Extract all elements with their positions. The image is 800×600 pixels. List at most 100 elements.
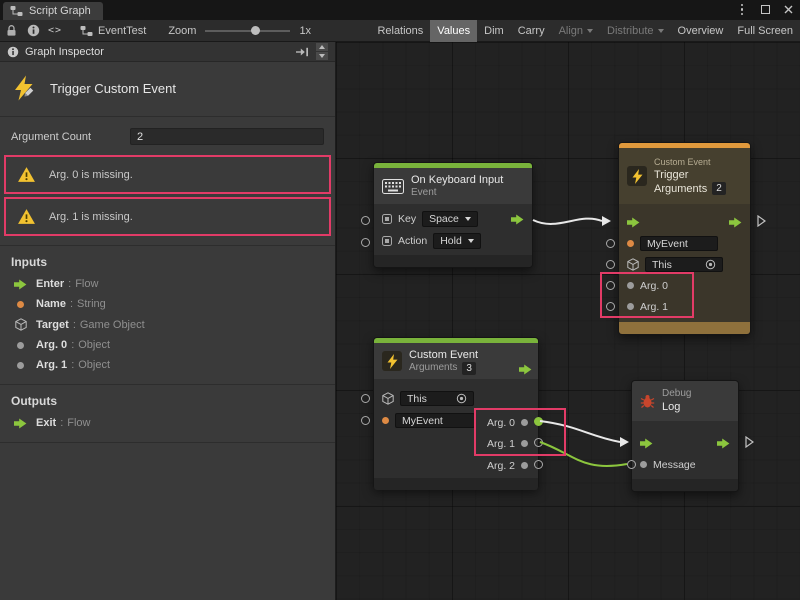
keyboard-icon — [382, 179, 404, 194]
action-dropdown[interactable]: Hold — [433, 233, 481, 249]
key-value-port[interactable] — [361, 216, 370, 225]
arg1-label: Arg. 1 — [487, 438, 515, 450]
arg1-row: Arg. 1 — [619, 296, 750, 317]
flow-input-port[interactable] — [640, 438, 653, 449]
string-dot-icon — [382, 417, 389, 424]
target-field[interactable]: This — [400, 391, 474, 406]
cube-icon — [15, 318, 27, 331]
unit-title: Trigger Custom Event — [50, 81, 176, 96]
target-port[interactable] — [361, 394, 370, 403]
target-port[interactable] — [606, 260, 615, 269]
lock-icon[interactable] — [0, 20, 22, 42]
flow-output-port[interactable] — [519, 364, 532, 375]
code-icon[interactable]: <> — [44, 20, 66, 42]
arg1-row: Arg. 1 — [487, 433, 528, 454]
carry-button[interactable]: Carry — [511, 20, 552, 42]
panel-scroll-buttons[interactable] — [316, 43, 328, 60]
wire-arg1-to-message — [540, 442, 627, 466]
zoom-value: 1x — [299, 25, 311, 37]
chevron-down-icon — [587, 29, 593, 33]
custom-event-node[interactable]: Custom Event Arguments 3 This MyEvent Arg… — [373, 337, 539, 489]
flow-output-port[interactable] — [717, 438, 730, 449]
chevron-down-icon — [658, 29, 664, 33]
arg1-port[interactable] — [606, 302, 615, 311]
node-header: On Keyboard Input Event — [374, 168, 532, 204]
values-button[interactable]: Values — [430, 20, 477, 42]
arg0-row: Arg. 0 — [487, 412, 528, 433]
warning-text: Arg. 0 is missing. — [49, 169, 133, 181]
arg2-output-port[interactable] — [534, 460, 543, 469]
arg0-output-port[interactable] — [534, 417, 543, 426]
script-graph-tab[interactable]: Script Graph — [3, 2, 103, 20]
arg2-row: Arg. 2 — [487, 455, 528, 476]
event-name-port[interactable] — [361, 416, 370, 425]
warning-icon — [17, 166, 36, 183]
event-name-field[interactable]: MyEvent — [640, 236, 718, 251]
target-picker-icon[interactable] — [705, 259, 716, 270]
target-row: This — [619, 254, 750, 275]
event-name-field[interactable]: MyEvent — [395, 413, 475, 428]
target-picker-icon[interactable] — [456, 393, 467, 404]
graph-breadcrumb[interactable]: EventTest — [80, 25, 146, 37]
trigger-custom-event-node[interactable]: Custom Event Trigger Arguments2 MyEvent … — [618, 142, 751, 335]
node-footer — [374, 478, 538, 490]
node-title: On Keyboard Input — [411, 173, 503, 187]
graph-toolbar: <> EventTest Zoom 1x Relations Values Di… — [0, 20, 800, 42]
align-button[interactable]: Align — [552, 20, 600, 42]
input-row-target: Target:Game Object — [0, 314, 335, 335]
arg0-row: Arg. 0 — [619, 275, 750, 296]
window-maximize-icon[interactable] — [759, 3, 771, 16]
zoom-label: Zoom — [168, 25, 196, 37]
node-footer — [619, 322, 750, 334]
graph-canvas[interactable]: On Keyboard Input Event Key Space Action… — [336, 42, 800, 600]
event-name-port[interactable] — [606, 239, 615, 248]
node-title-line2: Arguments — [654, 182, 707, 196]
window-menu-icon[interactable] — [736, 3, 748, 16]
action-value-port[interactable] — [361, 238, 370, 247]
warning-icon — [17, 208, 36, 225]
node-subtitle: Arguments — [409, 362, 457, 374]
enum-type-icon — [382, 236, 392, 246]
window-close-icon[interactable] — [782, 3, 794, 16]
object-dot-icon — [640, 461, 647, 468]
object-dot-icon — [17, 342, 24, 349]
flow-output-port[interactable] — [729, 217, 742, 228]
arg1-output-port[interactable] — [534, 438, 543, 447]
node-title-line1: Trigger — [654, 168, 726, 182]
dock-icon[interactable] — [296, 47, 309, 57]
wire-arrowhead — [602, 216, 611, 226]
relations-button[interactable]: Relations — [370, 20, 430, 42]
on-keyboard-input-node[interactable]: On Keyboard Input Event Key Space Action… — [373, 162, 533, 268]
key-dropdown[interactable]: Space — [422, 211, 478, 227]
node-footer — [632, 479, 738, 491]
arg0-port[interactable] — [606, 281, 615, 290]
warning-arg0: Arg. 0 is missing. — [4, 155, 331, 194]
graph-inspector-title: Graph Inspector — [25, 46, 104, 58]
wire-keyboard-to-trigger — [533, 219, 602, 224]
unit-header: Trigger Custom Event — [0, 62, 335, 117]
object-dot-icon — [627, 303, 634, 310]
argument-count-label: Argument Count — [11, 131, 130, 143]
chevron-down-icon — [468, 239, 474, 243]
full-screen-button[interactable]: Full Screen — [730, 20, 800, 42]
event-name-row: MyEvent — [374, 410, 494, 431]
zoom-slider-handle[interactable] — [251, 26, 260, 35]
info-icon[interactable] — [22, 20, 44, 42]
node-header: Debug Log — [632, 381, 738, 421]
flow-input-port[interactable] — [627, 217, 640, 228]
relation-triangle-icon — [745, 436, 754, 448]
flow-output-port[interactable] — [511, 214, 524, 225]
debug-log-node[interactable]: Debug Log Message — [631, 380, 739, 492]
zoom-slider[interactable] — [205, 30, 290, 32]
target-field[interactable]: This — [645, 257, 723, 272]
argument-count-badge: 3 — [462, 362, 476, 375]
warning-text: Arg. 1 is missing. — [49, 211, 133, 223]
message-input-port[interactable] — [627, 460, 636, 469]
dim-button[interactable]: Dim — [477, 20, 511, 42]
overview-button[interactable]: Overview — [671, 20, 731, 42]
distribute-button[interactable]: Distribute — [600, 20, 670, 42]
node-footer — [374, 255, 532, 267]
window-titlebar: Script Graph — [0, 0, 800, 20]
argument-count-input[interactable]: 2 — [130, 128, 324, 145]
node-title: Custom Event — [409, 348, 478, 362]
